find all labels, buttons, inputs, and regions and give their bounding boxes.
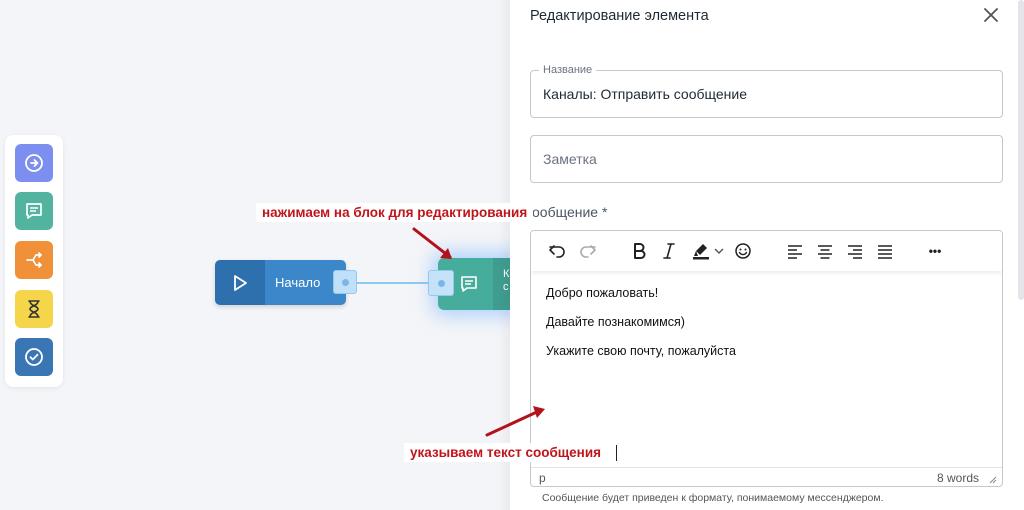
bold-icon [634, 243, 646, 259]
word-count[interactable]: 8 words [937, 471, 979, 485]
start-node[interactable]: Начало [215, 260, 346, 305]
play-icon [234, 274, 247, 291]
hourglass-icon [28, 300, 40, 318]
annotation-arrow-icon [412, 227, 452, 259]
palette-message-button[interactable] [15, 192, 53, 230]
palette-finish-button[interactable] [15, 338, 53, 376]
arrow-right-circle-icon [25, 154, 43, 172]
align-center-icon [818, 245, 832, 259]
align-justify-button[interactable] [874, 240, 896, 262]
element-path[interactable]: p [539, 471, 546, 485]
editor-content[interactable]: Добро пожаловать! Давайте познакомимся) … [546, 286, 736, 373]
annotation-click-block: нажимаем на блок для редактирования [256, 203, 534, 222]
edit-element-panel: Редактирование элемента Название Каналы:… [510, 0, 1024, 510]
message-field-label: ообщение * [532, 204, 608, 220]
close-icon [984, 8, 998, 22]
editor-line: Добро пожаловать! [546, 286, 659, 300]
editor-helper-text: Сообщение будет приведен к формату, пони… [542, 492, 884, 504]
panel-scrollbar[interactable] [1018, 0, 1024, 300]
editor-status-bar: p 8 words [531, 467, 1002, 486]
align-left-icon [788, 245, 802, 259]
undo-button[interactable] [546, 240, 568, 262]
editor-line: Укажите свою почту, пожалуйста [546, 344, 736, 358]
redo-icon [580, 245, 596, 258]
palette-branch-button[interactable] [15, 241, 53, 279]
annotation-enter-text: указываем текст сообщения [404, 443, 608, 462]
panel-title: Редактирование элемента [530, 8, 709, 24]
undo-icon [549, 245, 565, 258]
palette-start-button[interactable] [15, 144, 53, 182]
name-field[interactable]: Название Каналы: Отправить сообщение [530, 64, 1003, 118]
highlight-color-button[interactable] [688, 240, 728, 262]
chevron-down-icon [714, 248, 724, 254]
check-circle-icon [25, 348, 43, 366]
name-field-value: Каналы: Отправить сообщение [543, 86, 748, 102]
start-node-output-port[interactable] [333, 270, 357, 294]
emoji-button[interactable] [732, 240, 754, 262]
annotation-arrow-icon [485, 406, 545, 437]
node-palette [5, 135, 63, 387]
italic-button[interactable] [658, 240, 680, 262]
message-node-input-port[interactable] [428, 270, 454, 296]
start-node-icon-area [215, 260, 265, 305]
align-justify-icon [878, 245, 892, 259]
align-right-icon [848, 245, 862, 259]
bold-button[interactable] [628, 240, 650, 262]
emoji-icon [735, 243, 751, 259]
editor-line: Давайте познакомимся) [546, 315, 685, 329]
message-icon [461, 276, 477, 292]
align-right-button[interactable] [844, 240, 866, 262]
redo-button[interactable] [577, 240, 599, 262]
align-left-button[interactable] [784, 240, 806, 262]
highlighter-icon [693, 244, 709, 260]
editor-toolbar: ••• [531, 231, 1002, 271]
resize-handle-icon[interactable] [987, 474, 997, 484]
more-options-button[interactable]: ••• [924, 240, 946, 262]
name-field-label: Название [539, 64, 597, 76]
italic-icon [663, 243, 675, 259]
palette-delay-button[interactable] [15, 290, 53, 328]
branch-icon [26, 252, 42, 268]
message-icon [26, 203, 42, 219]
align-center-button[interactable] [814, 240, 836, 262]
note-field[interactable] [530, 135, 1003, 183]
text-cursor [616, 445, 617, 461]
note-input[interactable] [543, 151, 983, 167]
close-button[interactable] [980, 4, 1002, 26]
